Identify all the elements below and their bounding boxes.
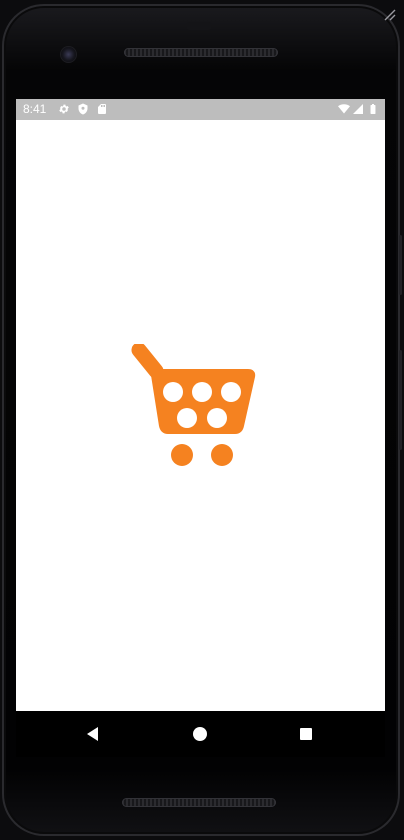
emulator-frame: 8:41 — [0, 0, 404, 840]
status-time: 8:41 — [23, 102, 47, 116]
top-speaker-grille — [124, 48, 278, 57]
navigation-bar — [16, 711, 385, 757]
earpiece-notch — [186, 22, 212, 30]
device-screen: 8:41 — [16, 99, 385, 711]
recents-square-icon[interactable] — [297, 725, 315, 743]
status-bar: 8:41 — [16, 99, 385, 120]
power-button[interactable] — [399, 235, 402, 295]
front-camera — [61, 47, 76, 62]
cell-signal-icon — [352, 103, 364, 115]
sd-card-icon — [96, 103, 108, 115]
shopping-cart-icon — [130, 344, 258, 470]
shield-icon — [77, 103, 89, 115]
settings-gear-icon — [58, 103, 70, 115]
home-circle-icon[interactable] — [191, 725, 209, 743]
battery-icon — [367, 103, 379, 115]
window-corner-icon — [383, 8, 401, 22]
bottom-speaker-grille — [122, 798, 276, 807]
back-triangle-icon[interactable] — [84, 725, 102, 743]
volume-button[interactable] — [399, 350, 402, 450]
wifi-icon — [338, 103, 350, 115]
